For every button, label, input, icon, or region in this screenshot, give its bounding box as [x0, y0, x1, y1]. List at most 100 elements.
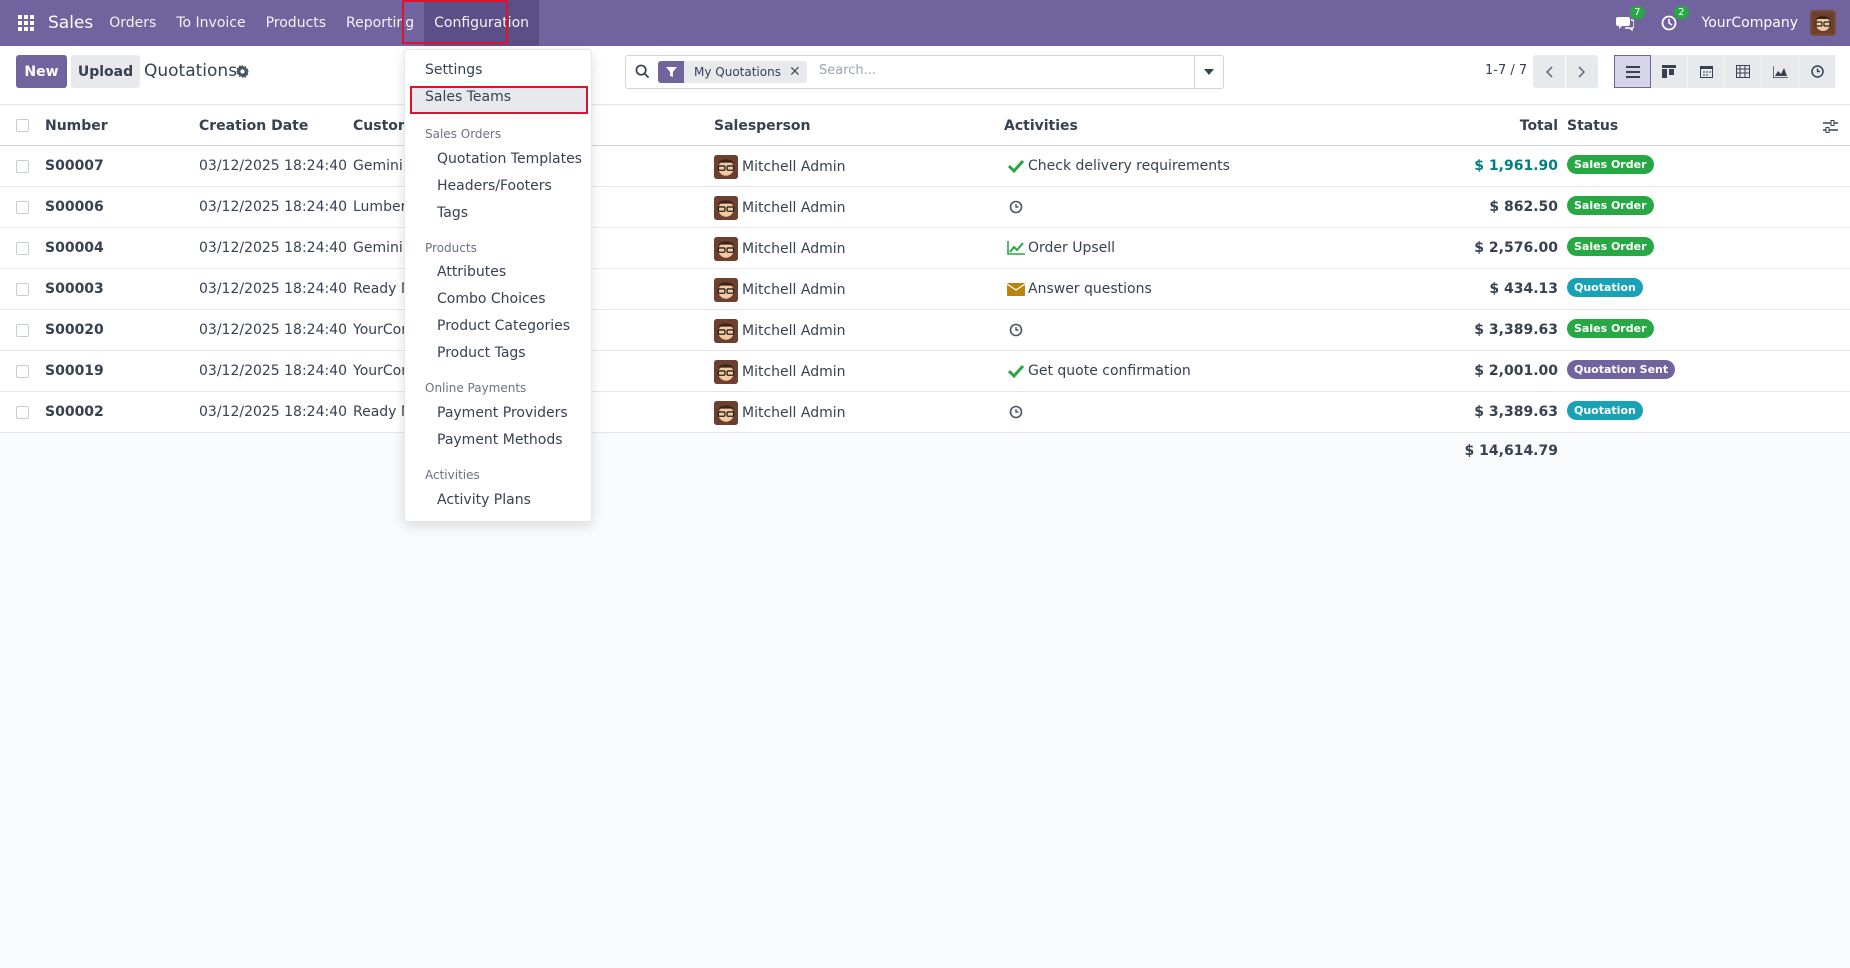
salesperson-avatar	[714, 237, 738, 261]
pager-previous-button[interactable]	[1533, 55, 1565, 88]
cell-total: $ 1,961.90	[1474, 158, 1558, 174]
check-icon[interactable]	[1006, 361, 1026, 381]
gear-icon[interactable]	[236, 65, 249, 82]
table-row[interactable]: S00003 03/12/2025 18:24:40 Ready M Mitchell…	[0, 269, 1850, 310]
header-creation-date[interactable]: Creation Date	[199, 118, 308, 134]
pager-next-button[interactable]	[1566, 55, 1598, 88]
header-total[interactable]: Total	[1418, 118, 1558, 134]
cell-number: S00020	[45, 322, 104, 338]
list-view-icon[interactable]	[1614, 55, 1651, 88]
facet-remove-icon[interactable]: ✕	[789, 64, 807, 80]
status-badge: Sales Order	[1567, 196, 1654, 215]
menu-item-attributes[interactable]: Attributes	[437, 264, 506, 280]
row-checkbox[interactable]	[16, 160, 29, 173]
cell-salesperson[interactable]: Mitchell Admin	[742, 323, 846, 339]
cell-salesperson[interactable]: Mitchell Admin	[742, 405, 846, 421]
menu-section-products: Products	[425, 241, 477, 255]
clock-icon[interactable]	[1006, 402, 1026, 422]
menu-item-payment-providers[interactable]: Payment Providers	[437, 405, 568, 421]
new-button[interactable]: New	[16, 55, 67, 88]
cell-activity[interactable]: Answer questions	[1028, 281, 1152, 297]
kanban-view-icon[interactable]	[1651, 55, 1688, 88]
company-switcher[interactable]: YourCompany	[1702, 15, 1799, 31]
row-checkbox[interactable]	[16, 242, 29, 255]
row-checkbox[interactable]	[16, 406, 29, 419]
quotations-table: Number Creation Date Custom Salesperson …	[0, 106, 1850, 473]
menu-item-tags[interactable]: Tags	[437, 205, 468, 221]
search-facet: My Quotations ✕	[658, 61, 807, 83]
activity-clock-icon[interactable]: 2	[1658, 6, 1689, 34]
activity-view-icon[interactable]	[1799, 55, 1836, 88]
cell-total: $ 862.50	[1489, 199, 1558, 215]
user-avatar[interactable]	[1810, 10, 1836, 36]
cell-creation-date: 03/12/2025 18:24:40	[199, 363, 348, 379]
pivot-view-icon[interactable]	[1725, 55, 1762, 88]
menu-item-activity-plans[interactable]: Activity Plans	[437, 492, 531, 508]
header-salesperson[interactable]: Salesperson	[714, 118, 811, 134]
menu-item-quotation-templates[interactable]: Quotation Templates	[437, 151, 582, 167]
cell-activity[interactable]: Get quote confirmation	[1028, 363, 1191, 379]
cell-activity[interactable]: Check delivery requirements	[1028, 158, 1230, 174]
header-number[interactable]: Number	[45, 118, 108, 134]
search-options-toggle[interactable]	[1194, 56, 1223, 88]
highlight-configuration	[402, 0, 508, 44]
status-badge: Quotation Sent	[1567, 360, 1676, 379]
status-badge: Sales Order	[1567, 237, 1654, 256]
menu-item-product-categories[interactable]: Product Categories	[437, 318, 570, 334]
table-row[interactable]: S00019 03/12/2025 18:24:40 YourCor Mitchell…	[0, 351, 1850, 392]
cell-salesperson[interactable]: Mitchell Admin	[742, 282, 846, 298]
header-status[interactable]: Status	[1567, 118, 1618, 134]
cell-salesperson[interactable]: Mitchell Admin	[742, 241, 846, 257]
upload-button[interactable]: Upload	[71, 55, 140, 88]
menu-item-sales-teams[interactable]: Sales Teams	[425, 89, 511, 105]
menu-item-headers-footers[interactable]: Headers/Footers	[437, 178, 552, 194]
nav-orders[interactable]: Orders	[99, 0, 166, 46]
apps-grid-icon[interactable]	[18, 14, 36, 32]
search-bar: My Quotations ✕	[625, 55, 1224, 89]
cell-number: S00004	[45, 240, 104, 256]
menu-item-combo-choices[interactable]: Combo Choices	[437, 291, 546, 307]
nav-products[interactable]: Products	[256, 0, 336, 46]
table-row[interactable]: S00007 03/12/2025 18:24:40 Gemini I Mitchel…	[0, 146, 1850, 187]
app-brand[interactable]: Sales	[48, 13, 93, 33]
cell-number: S00007	[45, 158, 104, 174]
graph-view-icon[interactable]	[1762, 55, 1799, 88]
table-row[interactable]: S00020 03/12/2025 18:24:40 YourCor Mitchell…	[0, 310, 1850, 351]
facet-label: My Quotations	[694, 65, 781, 79]
envelope-icon[interactable]	[1006, 279, 1026, 299]
check-icon[interactable]	[1006, 156, 1026, 176]
clock-icon[interactable]	[1006, 197, 1026, 217]
menu-item-settings[interactable]: Settings	[425, 62, 482, 78]
chart-icon[interactable]	[1006, 238, 1026, 258]
menu-item-payment-methods[interactable]: Payment Methods	[437, 432, 563, 448]
cell-salesperson[interactable]: Mitchell Admin	[742, 364, 846, 380]
cell-total: $ 2,576.00	[1474, 240, 1558, 256]
clock-icon[interactable]	[1006, 320, 1026, 340]
cell-salesperson[interactable]: Mitchell Admin	[742, 159, 846, 175]
row-checkbox[interactable]	[16, 365, 29, 378]
optional-columns-icon[interactable]	[1823, 118, 1838, 137]
table-row[interactable]: S00006 03/12/2025 18:24:40 Lumber Mitchell …	[0, 187, 1850, 228]
table-row[interactable]: S00002 03/12/2025 18:24:40 Ready M Mitchell…	[0, 392, 1850, 433]
row-checkbox[interactable]	[16, 283, 29, 296]
calendar-view-icon[interactable]	[1688, 55, 1725, 88]
salesperson-avatar	[714, 360, 738, 384]
header-activities[interactable]: Activities	[1004, 118, 1078, 134]
search-input[interactable]	[819, 63, 1179, 78]
cell-salesperson[interactable]: Mitchell Admin	[742, 200, 846, 216]
menu-item-product-tags[interactable]: Product Tags	[437, 345, 526, 361]
nav-to-invoice[interactable]: To Invoice	[166, 0, 255, 46]
cell-creation-date: 03/12/2025 18:24:40	[199, 322, 348, 338]
cell-number: S00006	[45, 199, 104, 215]
select-all-checkbox[interactable]	[16, 119, 29, 132]
pager-value[interactable]: 1-7 / 7	[1485, 63, 1527, 78]
table-row[interactable]: S00004 03/12/2025 18:24:40 Gemini I Mitchel…	[0, 228, 1850, 269]
status-badge: Sales Order	[1567, 155, 1654, 174]
cell-activity[interactable]: Order Upsell	[1028, 240, 1115, 256]
cell-number: S00003	[45, 281, 104, 297]
row-checkbox[interactable]	[16, 201, 29, 214]
messages-badge: 7	[1630, 6, 1645, 19]
row-checkbox[interactable]	[16, 324, 29, 337]
messages-icon[interactable]: 7	[1614, 6, 1645, 34]
status-badge: Quotation	[1567, 278, 1643, 297]
